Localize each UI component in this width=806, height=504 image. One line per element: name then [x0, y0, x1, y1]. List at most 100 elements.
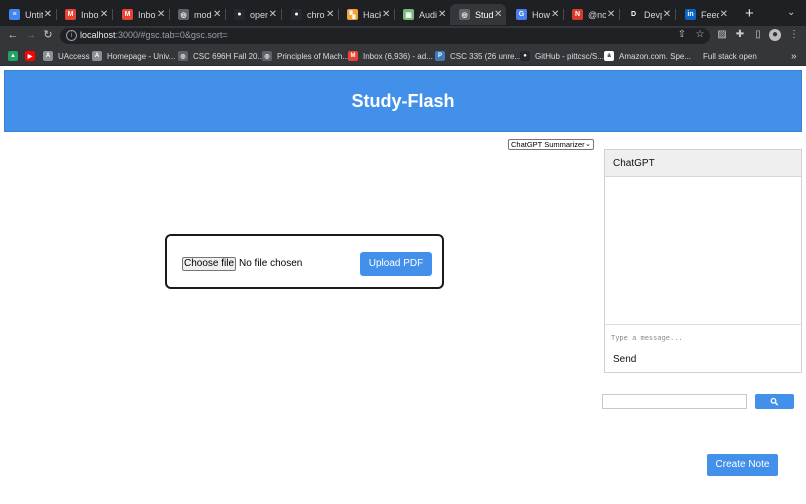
amazon-icon: a: [604, 51, 614, 61]
bookmark-item[interactable]: A UAccess: [43, 50, 90, 62]
bookmark-label: UAccess: [58, 51, 90, 61]
globe-icon: ◎: [262, 51, 272, 61]
close-icon[interactable]: ✕: [43, 9, 53, 20]
bookmark-item[interactable]: ◎ CSC 696H Fall 20...: [178, 50, 264, 62]
browser-tab[interactable]: ● open✕: [225, 4, 281, 25]
globe-icon: ◎: [459, 9, 470, 20]
close-icon[interactable]: ✕: [493, 9, 503, 20]
summarizer-select-value: ChatGPT Summarizer: [511, 140, 585, 149]
extensions-puzzle-icon[interactable]: ✚: [734, 29, 746, 41]
back-icon[interactable]: ←: [6, 28, 20, 42]
close-icon[interactable]: ✕: [437, 9, 447, 20]
browser-tab[interactable]: D Devp✕: [619, 4, 675, 25]
hackmd-icon: ▚: [347, 9, 358, 20]
close-icon[interactable]: ✕: [606, 9, 616, 20]
choose-file-button[interactable]: Choose file: [182, 257, 236, 271]
close-icon[interactable]: ✕: [662, 9, 672, 20]
share-icon[interactable]: ⇧: [676, 29, 688, 41]
bookmark-item[interactable]: Full stack open: [703, 50, 757, 62]
create-note-button[interactable]: Create Note: [707, 454, 778, 476]
bookmark-item[interactable]: a Amazon.com. Spe...: [604, 50, 691, 62]
close-icon[interactable]: ✕: [156, 9, 166, 20]
globe-icon: ◎: [178, 9, 189, 20]
browser-tab[interactable]: in Feed✕: [676, 4, 732, 25]
tab-label: Inbox: [81, 9, 99, 20]
bookmark-item[interactable]: A Homepage - Univ...: [92, 50, 175, 62]
chat-header: ChatGPT: [605, 150, 801, 177]
upload-pdf-button[interactable]: Upload PDF: [360, 252, 432, 276]
bookmark-item[interactable]: P CSC 335 (26 unre...: [435, 50, 521, 62]
bookmark-item[interactable]: ◎ Principles of Mach...: [262, 50, 349, 62]
close-icon[interactable]: ✕: [99, 9, 109, 20]
close-icon[interactable]: ✕: [381, 9, 391, 20]
forward-icon[interactable]: →: [24, 28, 38, 42]
browser-tab[interactable]: G How t✕: [507, 4, 563, 25]
gmail-icon: M: [348, 51, 358, 61]
tab-search-icon[interactable]: ⌄: [787, 7, 795, 18]
close-icon[interactable]: ✕: [268, 9, 278, 20]
youtube-icon: ▶: [25, 51, 35, 61]
file-status-text: No file chosen: [239, 258, 303, 269]
bookmark-label: Amazon.com. Spe...: [619, 51, 692, 61]
notion-icon: N: [572, 9, 583, 20]
browser-tab[interactable]: N @not✕: [563, 4, 619, 25]
close-icon[interactable]: ✕: [550, 9, 560, 20]
bookmark-label: GitHub - pittcsc/S...: [535, 51, 604, 61]
bookmark-label: CSC 696H Fall 20...: [193, 51, 265, 61]
tab-label: Audic: [419, 9, 438, 20]
docs-icon: ≡: [9, 9, 20, 20]
browser-tab[interactable]: ◎ mode✕: [169, 4, 225, 25]
extension-icon[interactable]: ▨: [716, 29, 728, 41]
github-icon: ●: [520, 51, 530, 61]
tab-label: Feed: [701, 9, 719, 20]
browser-tab[interactable]: ◎ Study✕: [450, 4, 506, 25]
bookmark-item[interactable]: ▶: [25, 50, 40, 62]
bookmark-item[interactable]: ▲: [8, 50, 23, 62]
browser-tab[interactable]: ≡ Untitl✕: [0, 4, 56, 25]
tab-label: Study: [475, 9, 494, 20]
university-icon: A: [92, 51, 102, 61]
browser-tab[interactable]: ▚ Hackl✕: [338, 4, 394, 25]
browser-tab[interactable]: M Inbox✕: [113, 4, 169, 25]
browser-menu-icon[interactable]: ⋮: [788, 29, 800, 41]
search-button[interactable]: [755, 394, 794, 409]
search-input[interactable]: [602, 394, 747, 409]
audio-icon: ▣: [403, 9, 414, 20]
chat-title: ChatGPT: [613, 158, 655, 169]
bookmark-star-icon[interactable]: ☆: [694, 29, 706, 41]
tab-label: Inbox: [138, 9, 156, 20]
close-icon[interactable]: ✕: [325, 9, 335, 20]
reload-icon[interactable]: ↻: [41, 28, 55, 42]
devpost-icon: D: [628, 9, 639, 20]
browser-tab[interactable]: ● chron✕: [282, 4, 338, 25]
globe-icon: ◎: [178, 51, 188, 61]
bookmarks-overflow-icon[interactable]: »: [791, 50, 797, 62]
chevron-down-icon: ⌄: [585, 141, 591, 148]
ai-icon: G: [516, 9, 527, 20]
side-panel-icon[interactable]: ▯: [752, 29, 764, 41]
divider: [605, 324, 801, 325]
search-icon: [770, 397, 779, 406]
profile-avatar-icon[interactable]: ●: [769, 29, 781, 41]
tab-label: Untitl: [25, 9, 43, 20]
close-icon[interactable]: ✕: [719, 9, 729, 20]
chat-message-input[interactable]: Type a message...: [611, 334, 791, 342]
browser-tab[interactable]: M Inbox✕: [56, 4, 112, 25]
site-info-icon[interactable]: i: [66, 30, 77, 41]
send-button[interactable]: Send: [613, 354, 636, 365]
github-icon: ●: [291, 9, 302, 20]
bookmark-label: Principles of Mach...: [277, 51, 350, 61]
new-tab-button[interactable]: +: [745, 6, 754, 21]
linkedin-icon: in: [685, 9, 696, 20]
address-url[interactable]: localhost:3000/#gsc.tab=0&gsc.sort=: [80, 30, 228, 40]
tab-label: @not: [588, 9, 607, 20]
browser-tab[interactable]: ▣ Audic✕: [394, 4, 450, 25]
url-path: :3000/#gsc.tab=0&gsc.sort=: [115, 30, 228, 40]
close-icon[interactable]: ✕: [212, 9, 222, 20]
university-icon: A: [43, 51, 53, 61]
app-header: Study-Flash: [4, 70, 802, 132]
tab-label: Hackl: [363, 9, 382, 20]
summarizer-select[interactable]: ChatGPT Summarizer ⌄: [508, 139, 594, 150]
bookmark-item[interactable]: M Inbox (6,936) - ad...: [348, 50, 433, 62]
bookmark-item[interactable]: ● GitHub - pittcsc/S...: [520, 50, 604, 62]
